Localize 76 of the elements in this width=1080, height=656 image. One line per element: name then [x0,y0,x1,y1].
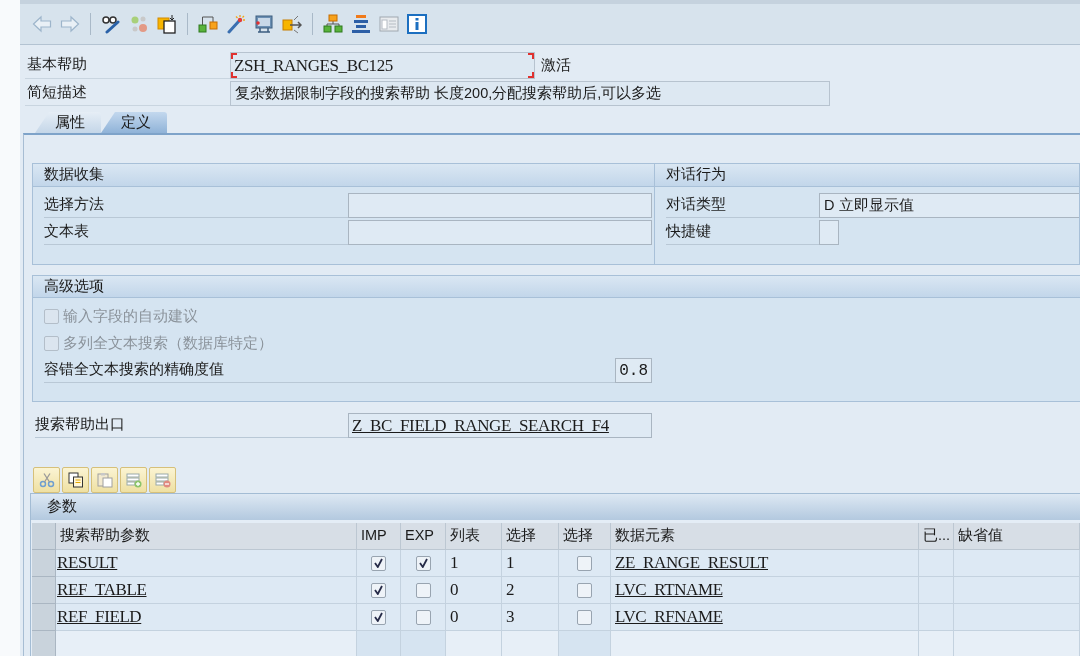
checkbox[interactable] [371,555,386,571]
table-cell: 0 [446,604,502,631]
column-header[interactable]: 数据元素 [611,523,919,550]
column-header[interactable]: 已... [919,523,954,550]
checkbox[interactable] [577,609,592,625]
column-header[interactable]: 列表 [446,523,502,550]
table-cell: 0 [446,577,502,604]
select-all-button[interactable] [32,523,56,550]
input-field[interactable]: 0.8 [615,358,652,383]
row-selector[interactable] [32,550,56,577]
tab[interactable]: 定义 [101,112,167,133]
checkbox-label: 多列全文本搜索（数据库特定） [63,333,273,353]
checkmark-icon [374,558,383,568]
insert-row-button[interactable] [120,467,147,493]
column-header[interactable]: 缺省值 [954,523,1080,550]
monitor-icon[interactable] [254,14,274,34]
clipboard-icon [96,472,113,488]
column-header[interactable]: EXP [401,523,446,550]
column-header[interactable]: 选择 [559,523,611,550]
tab[interactable]: 属性 [35,112,101,133]
checkbox[interactable] [415,609,431,625]
right-arrow-icon[interactable] [60,14,80,34]
linked-squares-icon[interactable] [198,14,218,34]
field-label: 容错全文本搜索的精确度值 [44,358,615,383]
field-label: 搜索帮助出口 [35,413,348,438]
input-field[interactable]: Z_BC_FIELD_RANGE_SEARCH_F4 [348,413,652,438]
checkmark-icon [374,585,383,595]
table-title: 参数 [31,494,1080,520]
row-selector[interactable] [32,604,56,631]
dropdown-field[interactable]: D 立即显示值 [819,193,1079,218]
hierarchy-icon[interactable] [323,14,343,34]
rows-plus-icon [125,472,142,488]
status-text: 激活 [541,55,571,75]
table-cell: 2 [502,577,559,604]
stack-icon[interactable] [351,14,371,34]
rows-minus-icon [154,472,171,488]
two-pages-icon [67,472,84,488]
group-header: 高级选项 [33,276,1080,298]
row-selector[interactable] [32,631,56,656]
row-selector[interactable] [32,577,56,604]
circles-icon[interactable] [129,14,149,34]
checkbox[interactable] [371,609,386,625]
input-field[interactable]: 复杂数据限制字段的搜索帮助 长度200,分配搜索帮助后,可以多选 [230,81,830,106]
column-header[interactable]: 选择 [502,523,559,550]
checkbox[interactable] [577,555,592,571]
parameter-link[interactable]: RESULT [57,550,118,576]
field-label: 文本表 [44,220,348,245]
table-cell: 1 [502,550,559,577]
column-header[interactable]: 搜索帮助参数 [56,523,357,550]
window-icon[interactable] [379,14,399,34]
table-cell: 3 [502,604,559,631]
magic-wand-icon[interactable] [226,14,246,34]
glasses-pencil-icon[interactable] [101,14,121,34]
group-header: 数据收集 [33,164,654,187]
checkbox[interactable] [415,582,431,598]
checkbox[interactable] [415,555,431,571]
delete-row-button[interactable] [149,467,176,493]
input-field[interactable] [819,220,839,245]
checkbox[interactable] [577,582,592,598]
left-arrow-icon[interactable] [32,14,52,34]
input-field[interactable] [348,193,652,218]
checkbox-label: 输入字段的自动建议 [63,306,198,326]
input-field[interactable]: ZSH_RANGES_BC125 [230,52,535,79]
checkmark-icon [374,612,383,622]
scissors-icon [38,472,55,488]
checkbox[interactable] [371,582,386,598]
column-header[interactable]: IMP [357,523,401,550]
input-field[interactable] [348,220,652,245]
checkmark-icon [418,558,428,568]
info-icon[interactable] [407,14,427,34]
field-label: 选择方法 [44,193,348,218]
table-cell: 1 [446,550,502,577]
copy-button[interactable] [62,467,89,493]
box-arrow-icon[interactable] [282,14,302,34]
group-header: 对话行为 [655,164,1079,187]
pages-icon[interactable] [157,14,177,34]
